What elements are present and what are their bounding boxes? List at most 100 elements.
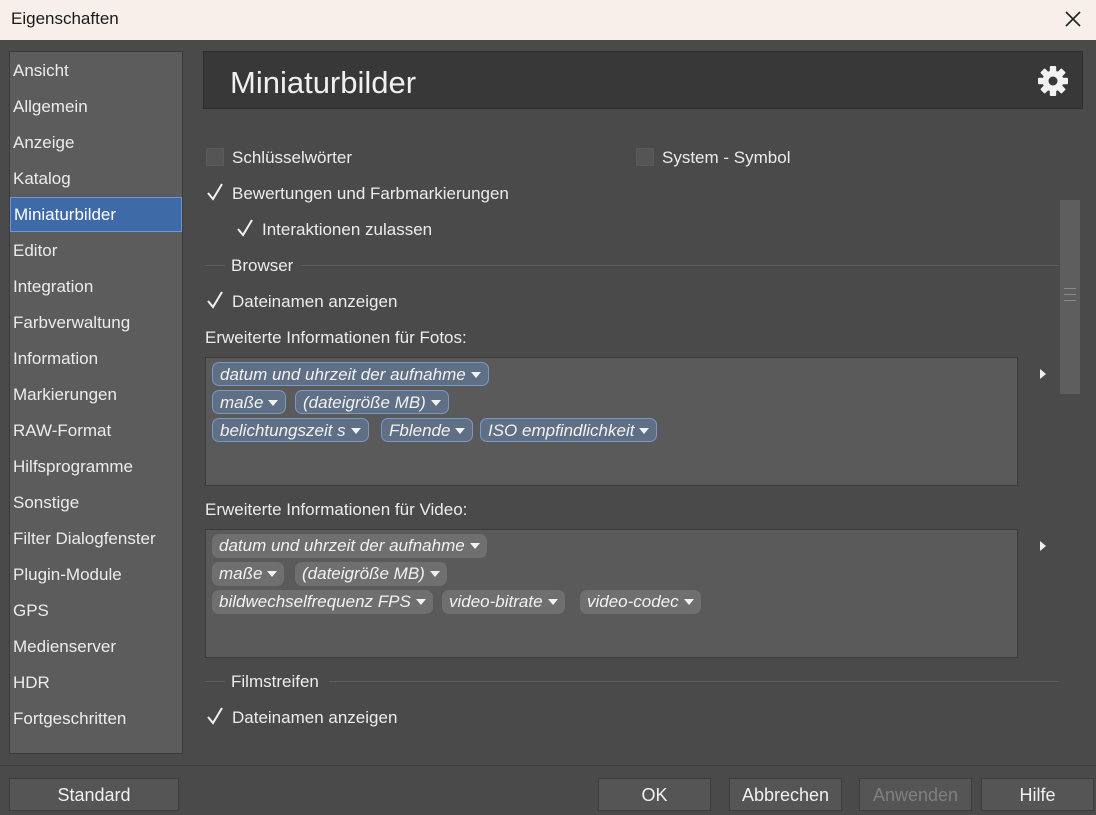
dropdown-arrow-icon <box>429 571 440 577</box>
sidebar-item-fortgeschritten[interactable]: Fortgeschritten <box>10 702 182 736</box>
tag-photo-exposure[interactable]: belichtungszeit s <box>212 418 369 442</box>
standard-button[interactable]: Standard <box>9 778 179 811</box>
sidebar-item-gps[interactable]: GPS <box>10 594 182 628</box>
checkmark-icon <box>207 291 223 309</box>
dropdown-arrow-icon <box>683 599 694 605</box>
dropdown-arrow-icon <box>469 543 480 549</box>
photos-add-arrow-icon[interactable] <box>1040 369 1046 379</box>
apply-button[interactable]: Anwenden <box>859 778 972 811</box>
help-button[interactable]: Hilfe <box>981 778 1094 811</box>
dropdown-arrow-icon <box>639 428 650 434</box>
title-bar: Eigenschaften <box>0 0 1096 40</box>
sidebar-item-plugin-module[interactable]: Plugin-Module <box>10 558 182 592</box>
divider <box>0 765 1096 766</box>
sidebar-item-information[interactable]: Information <box>10 342 182 376</box>
panel-header: Miniaturbilder <box>203 51 1083 109</box>
tag-label: maße <box>220 393 264 412</box>
tag-label: datum und uhrzeit der aufnahme <box>219 536 465 555</box>
tag-photo-iso[interactable]: ISO empfindlichkeit <box>480 418 658 442</box>
photos-info-tagbox[interactable]: datum und uhrzeit der aufnahme maße (dat… <box>205 357 1018 486</box>
interactions-label: Interaktionen zulassen <box>262 220 433 239</box>
video-info-tagbox[interactable]: datum und uhrzeit der aufnahme maße (dat… <box>205 529 1018 658</box>
browser-section-label: Browser <box>231 256 294 275</box>
checkmark-icon <box>207 183 223 201</box>
tag-photo-aperture[interactable]: Fblende <box>381 418 474 442</box>
scroll-grip <box>1064 300 1076 301</box>
tag-video-codec[interactable]: video-codec <box>580 590 701 614</box>
close-icon[interactable] <box>1060 6 1086 32</box>
dropdown-arrow-icon <box>350 428 361 434</box>
tag-label: video-bitrate <box>449 592 543 611</box>
tag-label: datum und uhrzeit der aufnahme <box>220 365 466 384</box>
filmstrip-filenames-checkbox[interactable] <box>206 707 224 726</box>
dropdown-arrow-icon <box>455 428 466 434</box>
sidebar-item-hilfsprogramme[interactable]: Hilfsprogramme <box>10 450 182 484</box>
tag-photo-dimensions[interactable]: maße <box>212 390 287 414</box>
interactions-checkbox[interactable] <box>236 219 254 238</box>
sidebar-item-anzeige[interactable]: Anzeige <box>10 126 182 160</box>
sidebar-item-farbverwaltung[interactable]: Farbverwaltung <box>10 306 182 340</box>
filmstrip-filenames-label: Dateinamen anzeigen <box>232 708 398 727</box>
dropdown-arrow-icon <box>470 372 481 378</box>
browser-filenames-label: Dateinamen anzeigen <box>232 292 398 311</box>
cancel-button[interactable]: Abbrechen <box>729 778 842 811</box>
system-symbol-checkbox[interactable] <box>636 148 654 166</box>
page-title: Miniaturbilder <box>230 65 417 100</box>
divider <box>205 265 225 266</box>
photos-info-label: Erweiterte Informationen für Fotos: <box>205 328 467 347</box>
dropdown-arrow-icon <box>268 400 279 406</box>
video-add-arrow-icon[interactable] <box>1040 541 1046 551</box>
tag-video-filesize[interactable]: (dateigröße MB) <box>295 562 447 586</box>
dropdown-arrow-icon <box>415 599 426 605</box>
scrollbar[interactable] <box>1060 200 1080 394</box>
divider <box>329 681 1059 682</box>
sidebar-item-markierungen[interactable]: Markierungen <box>10 378 182 412</box>
tag-label: Fblende <box>389 421 451 440</box>
checkmark-icon <box>237 219 253 237</box>
tag-label: video-codec <box>587 592 679 611</box>
divider <box>205 681 225 682</box>
tag-photo-filesize[interactable]: (dateigröße MB) <box>295 390 449 414</box>
dropdown-arrow-icon <box>547 599 558 605</box>
sidebar-item-hdr[interactable]: HDR <box>10 666 182 700</box>
ok-button[interactable]: OK <box>598 778 711 811</box>
tag-label: (dateigröße MB) <box>302 564 425 583</box>
dropdown-arrow-icon <box>267 571 278 577</box>
keywords-checkbox[interactable] <box>206 148 224 166</box>
sidebar-item-miniaturbilder[interactable]: Miniaturbilder <box>10 197 182 232</box>
window-title: Eigenschaften <box>11 9 119 28</box>
divider <box>301 265 1059 266</box>
tag-label: bildwechselfrequenz FPS <box>219 592 411 611</box>
browser-filenames-checkbox[interactable] <box>206 291 224 310</box>
ratings-label: Bewertungen und Farbmarkierungen <box>232 184 509 203</box>
tag-label: ISO empfindlichkeit <box>488 421 635 440</box>
sidebar-item-integration[interactable]: Integration <box>10 270 182 304</box>
system-symbol-label: System - Symbol <box>662 148 791 167</box>
category-sidebar: Ansicht Allgemein Anzeige Katalog Miniat… <box>9 51 183 754</box>
tag-label: (dateigröße MB) <box>303 393 426 412</box>
tag-video-datetime[interactable]: datum und uhrzeit der aufnahme <box>212 534 487 558</box>
keywords-label: Schlüsselwörter <box>232 148 352 167</box>
sidebar-item-filter-dialogfenster[interactable]: Filter Dialogfenster <box>10 522 182 556</box>
dropdown-arrow-icon <box>430 400 441 406</box>
sidebar-item-allgemein[interactable]: Allgemein <box>10 90 182 124</box>
scroll-grip <box>1064 288 1076 289</box>
ratings-checkbox[interactable] <box>206 183 224 202</box>
sidebar-item-katalog[interactable]: Katalog <box>10 162 182 196</box>
tag-photo-datetime[interactable]: datum und uhrzeit der aufnahme <box>212 362 489 386</box>
filmstrip-section-label: Filmstreifen <box>231 672 319 691</box>
sidebar-item-ansicht[interactable]: Ansicht <box>10 54 182 88</box>
tag-video-dimensions[interactable]: maße <box>212 562 285 586</box>
tag-video-bitrate[interactable]: video-bitrate <box>442 590 565 614</box>
gear-icon[interactable] <box>1036 64 1070 98</box>
tag-label: belichtungszeit s <box>220 421 346 440</box>
tag-label: maße <box>219 564 263 583</box>
sidebar-item-raw-format[interactable]: RAW-Format <box>10 414 182 448</box>
checkmark-icon <box>207 707 223 725</box>
scroll-grip <box>1064 294 1076 295</box>
tag-video-framerate[interactable]: bildwechselfrequenz FPS <box>212 590 433 614</box>
sidebar-item-sonstige[interactable]: Sonstige <box>10 486 182 520</box>
sidebar-item-medienserver[interactable]: Medienserver <box>10 630 182 664</box>
sidebar-item-editor[interactable]: Editor <box>10 234 182 268</box>
video-info-label: Erweiterte Informationen für Video: <box>205 500 468 519</box>
